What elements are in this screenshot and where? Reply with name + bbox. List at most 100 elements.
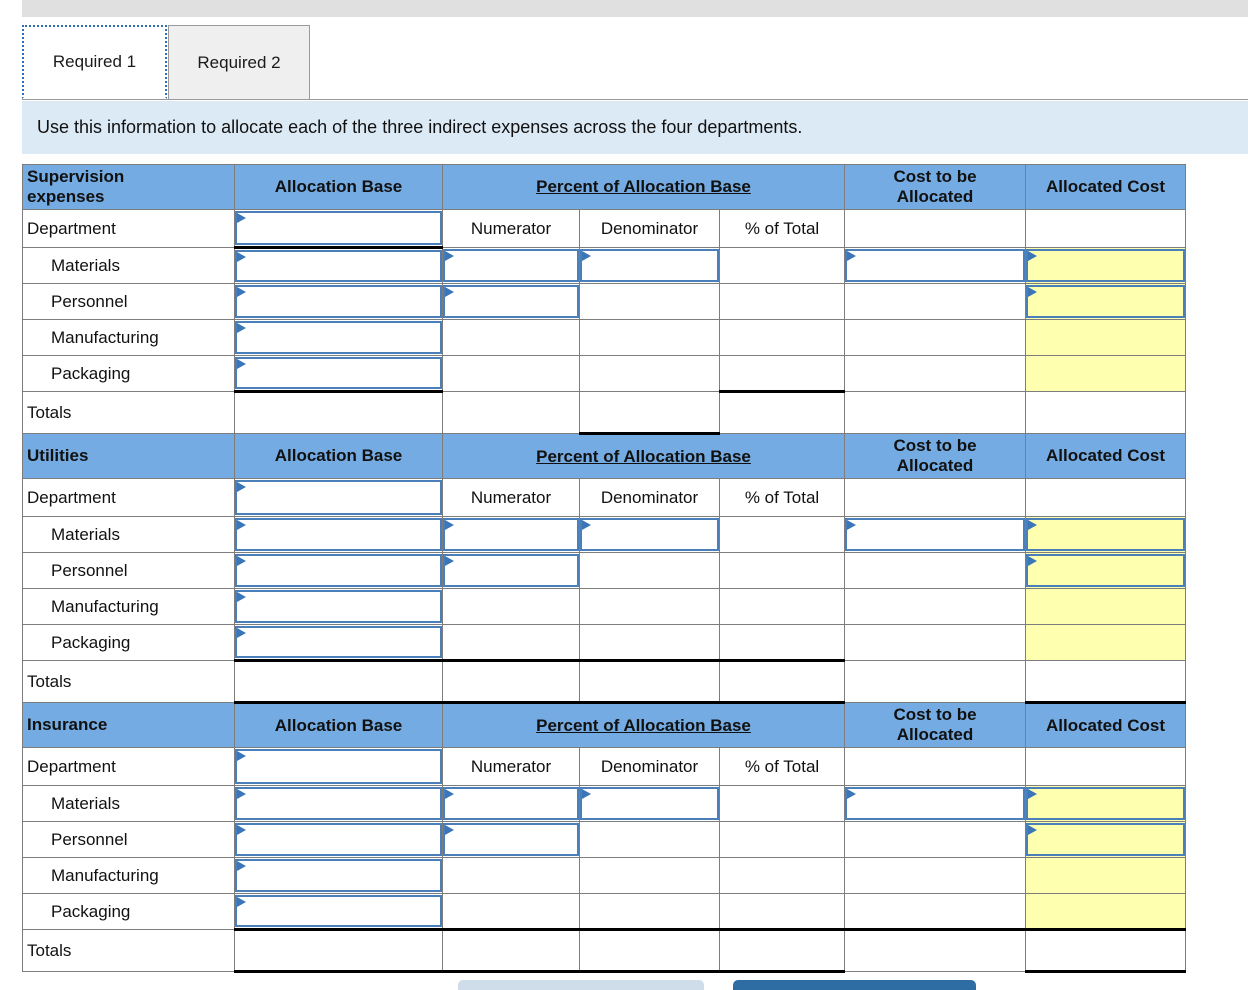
dropdown-triangle-icon bbox=[1028, 287, 1037, 297]
cell-utilities-manufacturing-allocated-cost[interactable] bbox=[1025, 588, 1186, 625]
row-label-totals: Totals bbox=[22, 391, 235, 434]
input-utilities-personnel-numerator[interactable] bbox=[442, 552, 580, 589]
input-supervision-materials-numerator[interactable] bbox=[442, 247, 580, 284]
cell-insurance-totals-allocated-cost bbox=[1025, 928, 1186, 973]
cell-utilities-manufacturing-percent bbox=[719, 588, 845, 625]
previous-button[interactable] bbox=[458, 980, 704, 990]
header-cost-to-be-allocated: Cost to be Allocated bbox=[844, 433, 1026, 479]
cell-supervision-packaging-allocated-cost[interactable] bbox=[1025, 355, 1186, 392]
dropdown-triangle-icon bbox=[1028, 520, 1037, 530]
input-supervision-materials-denominator[interactable] bbox=[579, 247, 720, 284]
table-row-supervision-personnel: Personnel bbox=[22, 283, 1186, 320]
cell-insurance-personnel-denominator bbox=[579, 821, 720, 858]
row-label-packaging: Packaging bbox=[22, 355, 235, 392]
dropdown-triangle-icon bbox=[237, 628, 246, 638]
sub-header-numerator: Numerator bbox=[442, 747, 580, 786]
dropdown-triangle-icon bbox=[582, 251, 591, 261]
sub-header-denominator: Denominator bbox=[579, 478, 720, 517]
input-supervision-manufacturing-allocation-base[interactable] bbox=[234, 319, 443, 356]
cell-insurance-totals-denominator bbox=[579, 928, 720, 973]
input-supervision-personnel-allocation-base[interactable] bbox=[234, 283, 443, 320]
input-utilities-manufacturing-allocation-base[interactable] bbox=[234, 588, 443, 625]
cell-utilities-packaging-percent bbox=[719, 624, 845, 662]
header-allocated-cost: Allocated Cost bbox=[1025, 164, 1186, 210]
input-utilities-materials-allocated-cost[interactable] bbox=[1025, 516, 1186, 553]
input-utilities-department-allocation-base[interactable] bbox=[234, 478, 443, 517]
sub-header-denominator: Denominator bbox=[579, 209, 720, 248]
row-label-totals: Totals bbox=[22, 660, 235, 703]
sub-header-department: Department bbox=[22, 478, 235, 517]
cell-utilities-packaging-allocated-cost[interactable] bbox=[1025, 624, 1186, 661]
cell-insurance-manufacturing-allocated-cost[interactable] bbox=[1025, 857, 1186, 894]
input-insurance-materials-denominator[interactable] bbox=[579, 785, 720, 822]
sub-header-percent-of-total: % of Total bbox=[719, 747, 845, 786]
input-insurance-personnel-allocated-cost[interactable] bbox=[1025, 821, 1186, 858]
input-insurance-materials-cost-to-be-allocated[interactable] bbox=[844, 785, 1026, 822]
cell-supervision-totals-numerator bbox=[442, 391, 580, 434]
dropdown-triangle-icon bbox=[237, 556, 246, 566]
tab-required-1[interactable]: Required 1 bbox=[22, 25, 167, 99]
header-allocation-base: Allocation Base bbox=[234, 164, 443, 210]
header-cost-to-be-allocated: Cost to be Allocated bbox=[844, 702, 1026, 748]
input-supervision-materials-allocated-cost[interactable] bbox=[1025, 247, 1186, 284]
table-row-insurance-totals: Totals bbox=[22, 928, 1186, 973]
cell-supervision-materials-percent bbox=[719, 247, 845, 284]
cell-insurance-manufacturing-denominator bbox=[579, 857, 720, 894]
table-row-insurance-manufacturing: Manufacturing bbox=[22, 857, 1186, 894]
input-utilities-materials-numerator[interactable] bbox=[442, 516, 580, 553]
input-insurance-materials-numerator[interactable] bbox=[442, 785, 580, 822]
input-supervision-personnel-allocated-cost[interactable] bbox=[1025, 283, 1186, 320]
input-supervision-materials-allocation-base[interactable] bbox=[234, 246, 443, 284]
header-percent-of-allocation-base: Percent of Allocation Base bbox=[442, 433, 845, 479]
cell-supervision-manufacturing-allocated-cost[interactable] bbox=[1025, 319, 1186, 356]
cell-supervision-totals-allocation-base bbox=[234, 391, 443, 434]
cell-utilities-totals-numerator bbox=[442, 660, 580, 704]
cell-supervision-department-allocated-cost bbox=[1025, 209, 1186, 248]
input-supervision-department-allocation-base[interactable] bbox=[234, 209, 443, 248]
input-insurance-department-allocation-base[interactable] bbox=[234, 747, 443, 786]
table-row-utilities-packaging: Packaging bbox=[22, 624, 1186, 662]
sub-header-numerator: Numerator bbox=[442, 478, 580, 517]
dropdown-triangle-icon bbox=[237, 359, 246, 369]
input-supervision-packaging-allocation-base[interactable] bbox=[234, 355, 443, 393]
cell-utilities-manufacturing-numerator bbox=[442, 588, 580, 625]
cell-insurance-packaging-allocated-cost[interactable] bbox=[1025, 893, 1186, 930]
input-supervision-personnel-numerator[interactable] bbox=[442, 283, 580, 320]
cell-supervision-packaging-denominator bbox=[579, 355, 720, 392]
row-label-manufacturing: Manufacturing bbox=[22, 319, 235, 356]
input-insurance-materials-allocation-base[interactable] bbox=[234, 785, 443, 822]
next-button[interactable] bbox=[733, 980, 976, 990]
cell-utilities-packaging-cost bbox=[844, 624, 1026, 661]
cell-utilities-department-allocated-cost bbox=[1025, 478, 1186, 517]
input-utilities-packaging-allocation-base[interactable] bbox=[234, 624, 443, 662]
row-label-packaging: Packaging bbox=[22, 624, 235, 661]
sub-header-row-insurance: Department Numerator Denominator % of To… bbox=[22, 747, 1186, 786]
input-utilities-personnel-allocated-cost[interactable] bbox=[1025, 552, 1186, 589]
dropdown-triangle-icon bbox=[1028, 251, 1037, 261]
dropdown-triangle-icon bbox=[237, 592, 246, 602]
tab-required-2[interactable]: Required 2 bbox=[168, 25, 310, 99]
input-insurance-personnel-numerator[interactable] bbox=[442, 821, 580, 858]
input-insurance-materials-allocated-cost[interactable] bbox=[1025, 785, 1186, 822]
input-utilities-materials-allocation-base[interactable] bbox=[234, 516, 443, 553]
cell-supervision-manufacturing-numerator bbox=[442, 319, 580, 356]
instruction-text: Use this information to allocate each of… bbox=[37, 117, 803, 137]
tab-strip: Required 1 Required 2 bbox=[22, 25, 1248, 100]
input-utilities-materials-cost-to-be-allocated[interactable] bbox=[844, 516, 1026, 553]
cell-utilities-personnel-denominator bbox=[579, 552, 720, 589]
sub-header-department: Department bbox=[22, 747, 235, 786]
input-supervision-materials-cost-to-be-allocated[interactable] bbox=[844, 247, 1026, 284]
input-utilities-personnel-allocation-base[interactable] bbox=[234, 552, 443, 589]
cell-insurance-manufacturing-numerator bbox=[442, 857, 580, 894]
cell-utilities-totals-percent bbox=[719, 660, 845, 704]
input-insurance-manufacturing-allocation-base[interactable] bbox=[234, 857, 443, 894]
dropdown-triangle-icon bbox=[237, 861, 246, 871]
input-utilities-materials-denominator[interactable] bbox=[579, 516, 720, 553]
section-title-line1: Supervision bbox=[27, 167, 125, 187]
input-insurance-packaging-allocation-base[interactable] bbox=[234, 893, 443, 930]
cell-insurance-department-cost bbox=[844, 747, 1026, 786]
row-label-personnel: Personnel bbox=[22, 552, 235, 589]
input-insurance-personnel-allocation-base[interactable] bbox=[234, 821, 443, 858]
cell-utilities-manufacturing-cost bbox=[844, 588, 1026, 625]
tab-required-1-label: Required 1 bbox=[52, 52, 137, 71]
